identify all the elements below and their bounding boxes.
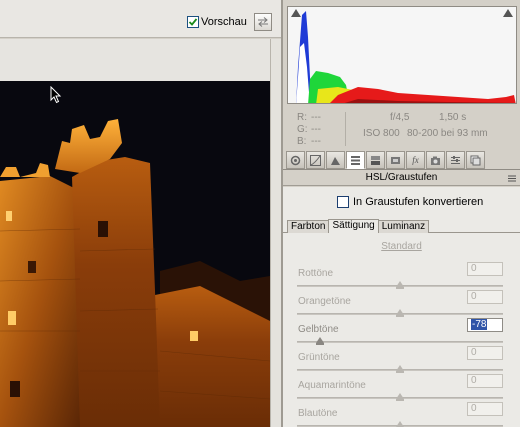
tab-snapshots-icon[interactable]	[466, 151, 485, 169]
slider-label: Gelbtöne	[298, 324, 339, 335]
info-separator	[345, 112, 346, 146]
preview-label: Vorschau	[201, 16, 247, 28]
r-value: ---	[311, 112, 321, 123]
slider-label: Grüntöne	[298, 352, 340, 363]
slider-value-text: 0	[471, 403, 477, 414]
tab-luminanz[interactable]: Luminanz	[377, 220, 430, 233]
slider-label: Blautöne	[298, 408, 338, 419]
slider-value-field[interactable]: -78	[467, 318, 503, 332]
slider-knob-icon[interactable]	[396, 421, 404, 427]
hsl-panel: In Graustufen konvertieren Farbton Sätti…	[283, 187, 520, 427]
panel-tab-bar: fx	[283, 150, 520, 170]
slider-value-field[interactable]: 0	[467, 374, 503, 388]
slider-value-text: 0	[471, 263, 477, 274]
g-label: G:	[297, 124, 308, 135]
checkbox-box[interactable]	[337, 196, 349, 208]
r-label: R:	[297, 112, 307, 123]
slider-value-text: 0	[471, 347, 477, 358]
grayscale-checkbox[interactable]: In Graustufen konvertieren	[337, 196, 483, 208]
slider-knob-icon[interactable]	[396, 309, 404, 317]
checkmark-icon[interactable]	[187, 16, 199, 28]
slider-label: Orangetöne	[298, 296, 351, 307]
slider-value-text: 0	[471, 291, 477, 302]
aperture-value: f/4,5	[390, 112, 410, 123]
preview-toolbar: Vorschau	[0, 0, 281, 38]
slider-knob-icon[interactable]	[396, 393, 404, 401]
tab-basic-icon[interactable]	[286, 151, 305, 169]
photo-preview	[0, 81, 270, 427]
tab-saettigung[interactable]: Sättigung	[328, 219, 379, 233]
slider-value-field[interactable]: 0	[467, 402, 503, 416]
g-value: ---	[311, 124, 321, 135]
slider-value-field[interactable]: 0	[467, 262, 503, 276]
shutter-value: 1,50 s	[439, 112, 467, 123]
tab-lens-icon[interactable]	[386, 151, 405, 169]
panel-title: HSL/Graustufen	[283, 171, 520, 186]
tab-effects-icon[interactable]: fx	[406, 151, 425, 169]
tab-presets-icon[interactable]	[446, 151, 465, 169]
slider-knob-icon[interactable]	[396, 281, 404, 289]
standard-link[interactable]: Standard	[283, 241, 520, 252]
histogram	[287, 6, 517, 104]
panel-menu-icon[interactable]	[507, 173, 517, 183]
lens-value: 80-200 bei 93 mm	[407, 128, 488, 139]
slider-knob-icon[interactable]	[396, 365, 404, 373]
adjustment-panel: R: --- G: --- B: --- f/4,5 1,50 s ISO 800 8…	[283, 0, 520, 427]
slider-value-field[interactable]: 0	[467, 346, 503, 360]
slider-knob-icon[interactable]	[315, 337, 324, 345]
slider-label: Rottöne	[298, 268, 334, 279]
slider-blau[interactable]: Blautöne 0	[297, 402, 507, 427]
b-label: B:	[297, 136, 307, 147]
iso-value: ISO 800	[363, 128, 400, 139]
slider-track[interactable]	[297, 341, 503, 343]
slider-value-text: -78	[471, 319, 488, 330]
tab-hsl-icon[interactable]	[346, 151, 365, 169]
preview-scrollbar[interactable]	[270, 39, 281, 427]
swap-icon[interactable]	[254, 13, 272, 31]
hsl-subtabs: Farbton Sättigung Luminanz	[287, 219, 430, 233]
b-value: ---	[311, 136, 321, 147]
tab-camera-calibration-icon[interactable]	[426, 151, 445, 169]
image-preview-area[interactable]	[0, 39, 281, 427]
image-info: R: --- G: --- B: --- f/4,5 1,50 s ISO 800 8…	[283, 108, 520, 148]
tab-tone-curve-icon[interactable]	[306, 151, 325, 169]
tab-detail-icon[interactable]	[326, 151, 345, 169]
slider-label: Aquamarintöne	[298, 380, 366, 391]
slider-value-field[interactable]: 0	[467, 290, 503, 304]
slider-value-text: 0	[471, 375, 477, 386]
tab-split-toning-icon[interactable]	[366, 151, 385, 169]
grayscale-label: In Graustufen konvertieren	[353, 196, 484, 208]
arrow-cursor-icon	[50, 86, 62, 104]
tab-farbton[interactable]: Farbton	[287, 220, 330, 233]
preview-checkbox[interactable]: Vorschau	[187, 16, 247, 28]
